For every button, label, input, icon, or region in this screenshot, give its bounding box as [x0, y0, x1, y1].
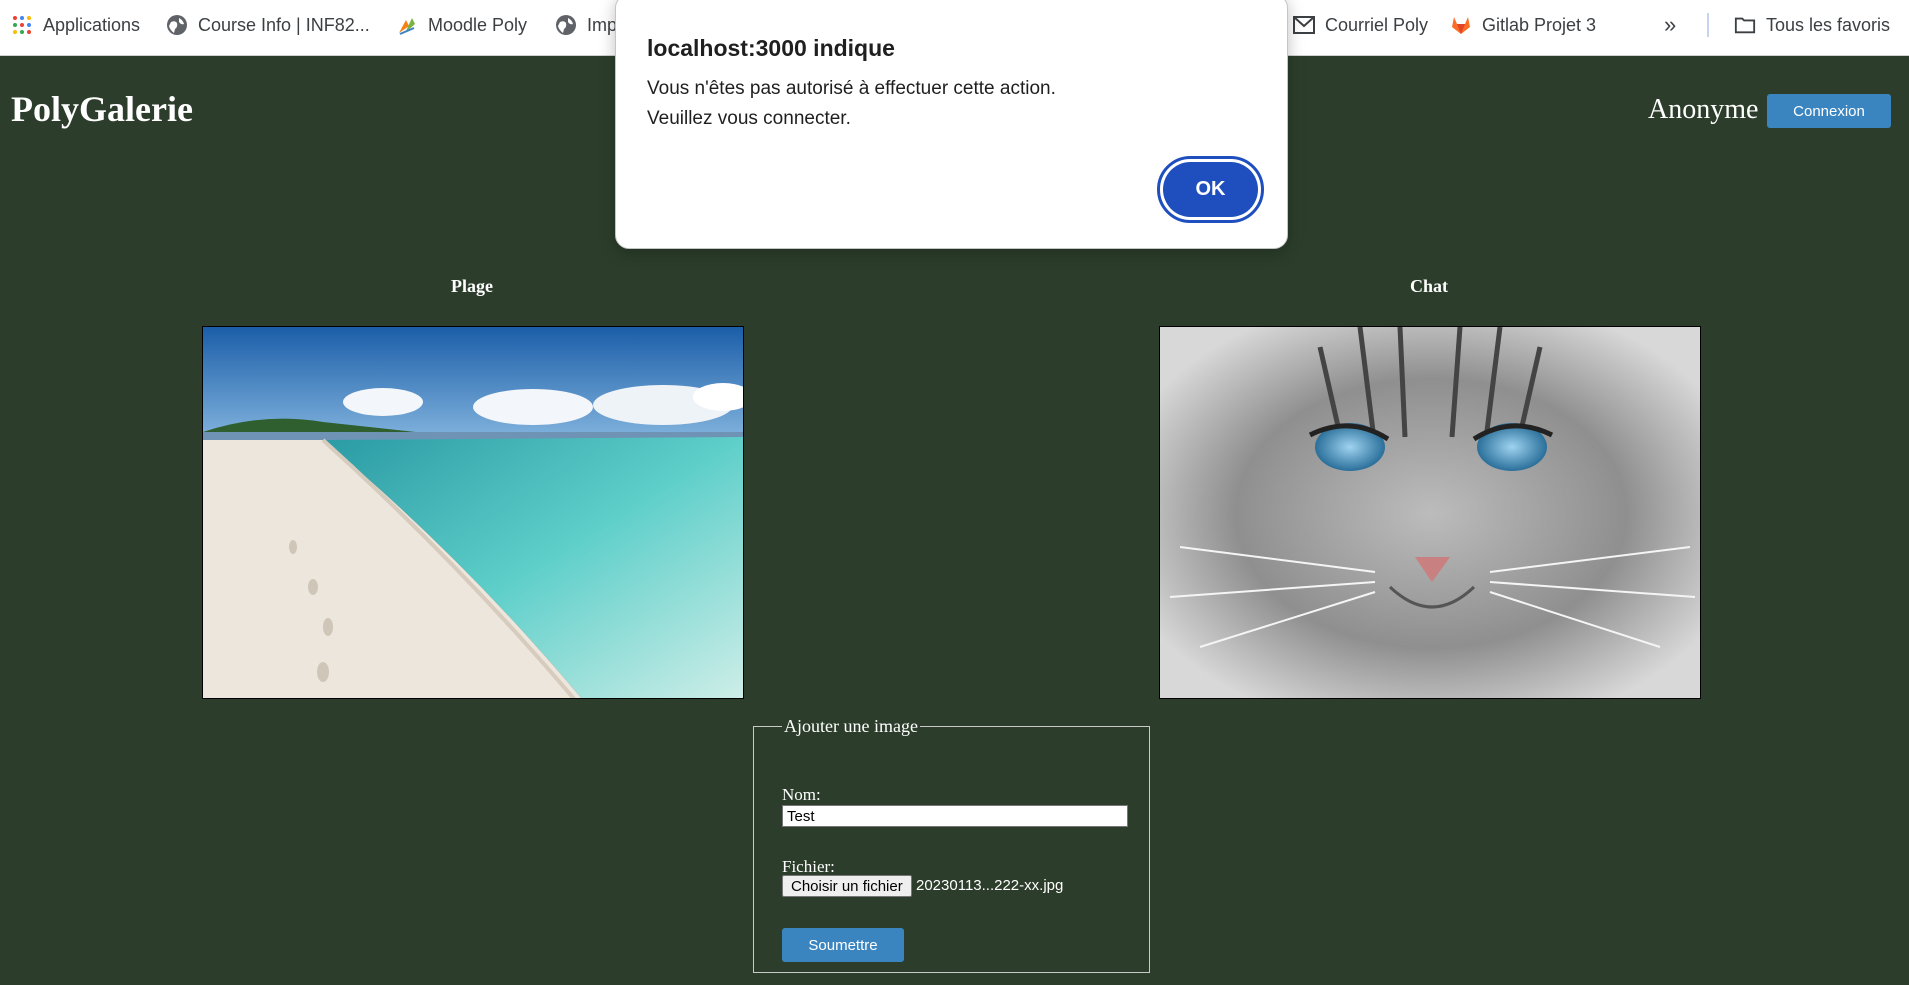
bookmark-label: Applications — [43, 14, 141, 35]
login-button[interactable]: Connexion — [1767, 94, 1891, 128]
mail-icon — [1293, 14, 1315, 36]
bookmark-gitlab-projet[interactable]: Gitlab Projet 3 — [1450, 0, 1596, 50]
bookmark-imp[interactable]: Imp — [555, 0, 617, 50]
image-caption-plage: Plage — [451, 276, 493, 296]
bookmark-label: Moodle Poly — [428, 14, 528, 35]
moodle-icon — [396, 14, 418, 36]
name-input[interactable] — [782, 805, 1128, 827]
ok-button[interactable]: OK — [1163, 162, 1258, 217]
add-image-form: Ajouter une image Nom: Fichier: Choisir … — [753, 716, 1150, 973]
file-label: Fichier: — [782, 857, 835, 876]
bookmark-label: Imp — [587, 14, 618, 35]
gitlab-icon — [1450, 14, 1472, 36]
bookmark-courriel-poly[interactable]: Courriel Poly — [1293, 0, 1428, 50]
beach-image[interactable] — [202, 326, 744, 699]
bookmark-applications[interactable]: Applications — [11, 0, 140, 50]
selected-file-name: 20230113...222-xx.jpg — [916, 877, 1064, 894]
apps-grid-icon — [11, 14, 33, 36]
bookmarks-separator — [1707, 13, 1709, 37]
ok-button-focus-ring: OK — [1157, 156, 1264, 223]
submit-button[interactable]: Soumettre — [782, 928, 904, 962]
bookmark-course-info[interactable]: Course Info | INF82... — [166, 0, 370, 50]
site-title: PolyGalerie — [11, 89, 193, 129]
name-label: Nom: — [782, 785, 821, 804]
current-user: Anonyme — [1648, 94, 1759, 125]
bookmark-moodle-poly[interactable]: Moodle Poly — [396, 0, 527, 50]
globe-icon — [555, 14, 577, 36]
alert-dialog: localhost:3000 indique Vous n'êtes pas a… — [615, 0, 1288, 249]
globe-icon — [166, 14, 188, 36]
bookmark-label: Course Info | INF82... — [198, 14, 370, 35]
cat-image[interactable] — [1159, 326, 1701, 699]
more-bookmarks-button[interactable]: » — [1664, 0, 1676, 50]
bookmark-label: Tous les favoris — [1766, 14, 1891, 35]
dialog-title: localhost:3000 indique — [647, 35, 895, 61]
dialog-message-line2: Veuillez vous connecter. — [647, 108, 851, 129]
more-icon: » — [1664, 12, 1677, 37]
dialog-message-line1: Vous n'êtes pas autorisé à effectuer cet… — [647, 78, 1056, 99]
bookmark-all-favorites[interactable]: Tous les favoris — [1734, 0, 1890, 50]
image-caption-chat: Chat — [1409, 276, 1448, 296]
bookmark-label: Courriel Poly — [1325, 14, 1429, 35]
bookmark-label: Gitlab Projet 3 — [1482, 14, 1597, 35]
folder-icon — [1734, 14, 1756, 36]
choose-file-button[interactable]: Choisir un fichier — [782, 875, 912, 897]
form-legend: Ajouter une image — [784, 716, 918, 736]
